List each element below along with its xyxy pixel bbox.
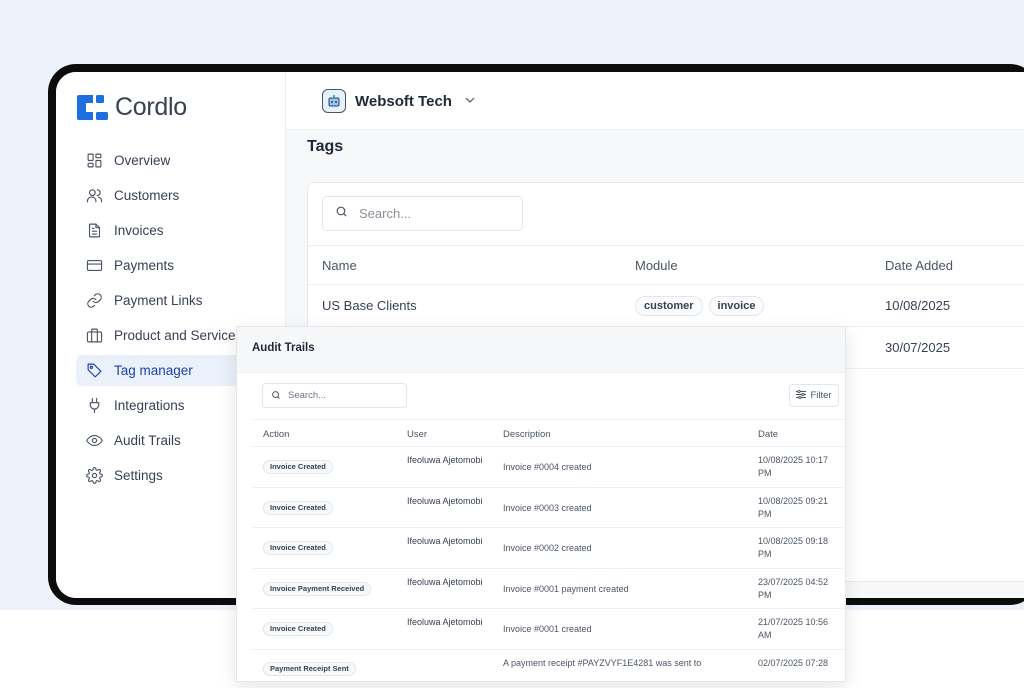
audit-date: 21/07/2025 10:56 AM [758,617,829,640]
audit-date: 10/08/2025 10:17 PM [758,455,829,478]
gear-icon [86,467,103,484]
audit-user: Ifeoluwa Ajetomobi [407,536,483,546]
page-title: Tags [307,138,344,155]
audit-description: Invoice #0001 payment created [503,583,629,594]
users-icon [86,187,103,204]
briefcase-icon [86,327,103,344]
sidebar-item-label: Settings [114,468,163,483]
chevron-down-icon [465,96,475,107]
search-icon [335,205,348,223]
tags-search-box[interactable] [322,196,523,231]
tags-search-input[interactable] [359,206,499,221]
business-switcher[interactable]: Websoft Tech [322,89,475,113]
audit-description: Invoice #0001 created [503,624,592,634]
action-badge: Invoice Created [263,622,333,636]
tag-icon [86,362,103,379]
business-logo-icon [322,89,346,113]
brand-logo[interactable]: Cordlo [77,93,187,122]
business-name: Websoft Tech [355,92,452,110]
column-header-date[interactable]: Date [758,429,778,440]
audit-trails-header: Audit Trails [237,327,845,373]
action-badge: Invoice Created [263,541,333,555]
audit-date: 10/08/2025 09:18 PM [758,536,829,559]
sidebar-item-label: Integrations [114,398,185,413]
audit-user: Ifeoluwa Ajetomobi [407,495,483,506]
tag-name: US Base Clients [322,298,417,313]
table-row[interactable]: Invoice Created Ifeoluwa Ajetomobi Invoi… [252,609,845,650]
credit-card-icon [86,257,103,274]
cordlo-logo-icon [77,95,108,120]
audit-description: Invoice #0004 created [503,462,592,472]
sidebar-item-label: Overview [114,153,171,168]
eye-icon [86,432,103,449]
sidebar-item-label: Payments [114,258,175,273]
tags-table-header: Name Module Date Added [308,245,1024,285]
plug-icon [86,397,103,414]
column-header-user[interactable]: User [407,429,427,440]
audit-date: 10/08/2025 09:21 PM [758,495,829,519]
column-header-date-added[interactable]: Date Added [885,258,953,273]
audit-date: 23/07/2025 04:52 PM [758,576,829,600]
sidebar-item-label: Invoices [114,223,164,238]
column-header-description[interactable]: Description [503,429,551,440]
tag-modules: customer invoice [635,296,770,316]
sidebar-item-overview[interactable]: Overview [76,145,286,176]
sidebar-item-label: Audit Trails [114,433,181,448]
table-row[interactable]: Invoice Payment Received Ifeoluwa Ajetom… [252,569,845,609]
brand-name: Cordlo [115,93,187,121]
tag-date-added: 30/07/2025 [885,340,951,355]
audit-description: Invoice #0002 created [503,543,592,553]
action-badge: Invoice Created [263,500,333,515]
table-row[interactable]: US Base Clients customer invoice 10/08/20… [308,285,1024,327]
module-chip: invoice [708,296,765,316]
top-bar: Websoft Tech [286,72,1024,130]
sidebar-item-label: Product and Services [114,328,243,343]
audit-user: Ifeoluwa Ajetomobi [407,576,483,587]
action-badge: Invoice Payment Received [263,581,372,596]
action-badge: Payment Receipt Sent [263,661,356,676]
audit-description: Invoice #0003 created [503,502,592,513]
column-header-module[interactable]: Module [635,258,678,273]
grid-icon [86,152,103,169]
sidebar-item-customers[interactable]: Customers [76,180,286,211]
audit-trails-title: Audit Trails [252,342,315,354]
audit-description: A payment receipt #PAYZVYF1E4281 was sen… [503,657,702,668]
column-header-name[interactable]: Name [322,258,357,273]
filter-label: Filter [810,390,832,401]
table-row[interactable]: Invoice Created Ifeoluwa Ajetomobi Invoi… [252,528,845,569]
search-icon [271,387,281,405]
audit-search-input[interactable] [288,390,388,401]
table-row[interactable]: Invoice Created Ifeoluwa Ajetomobi Invoi… [252,488,845,528]
table-row[interactable]: Payment Receipt Sent A payment receipt #… [252,650,845,682]
column-header-action[interactable]: Action [263,429,289,440]
sidebar-item-payment-links[interactable]: Payment Links [76,285,286,316]
link-icon [86,292,103,309]
action-badge: Invoice Created [263,460,333,474]
audit-trails-panel: Audit Trails Filter Action User Descript… [236,326,846,682]
audit-date: 02/07/2025 07:28 [758,657,829,668]
tag-date-added: 10/08/2025 [885,298,951,313]
filter-icon [796,389,807,402]
audit-user: Ifeoluwa Ajetomobi [407,617,483,627]
module-chip: customer [635,296,703,316]
filter-button[interactable]: Filter [789,384,839,407]
audit-search-box[interactable] [262,383,407,408]
sidebar-item-payments[interactable]: Payments [76,250,286,281]
sidebar-item-invoices[interactable]: Invoices [76,215,286,246]
audit-table-header: Action User Description Date [252,419,845,447]
sidebar-item-label: Tag manager [114,363,193,378]
audit-user: Ifeoluwa Ajetomobi [407,455,483,465]
document-icon [86,222,103,239]
sidebar-item-label: Customers [114,188,180,203]
table-row[interactable]: Invoice Created Ifeoluwa Ajetomobi Invoi… [252,447,845,488]
sidebar-item-label: Payment Links [114,293,203,308]
